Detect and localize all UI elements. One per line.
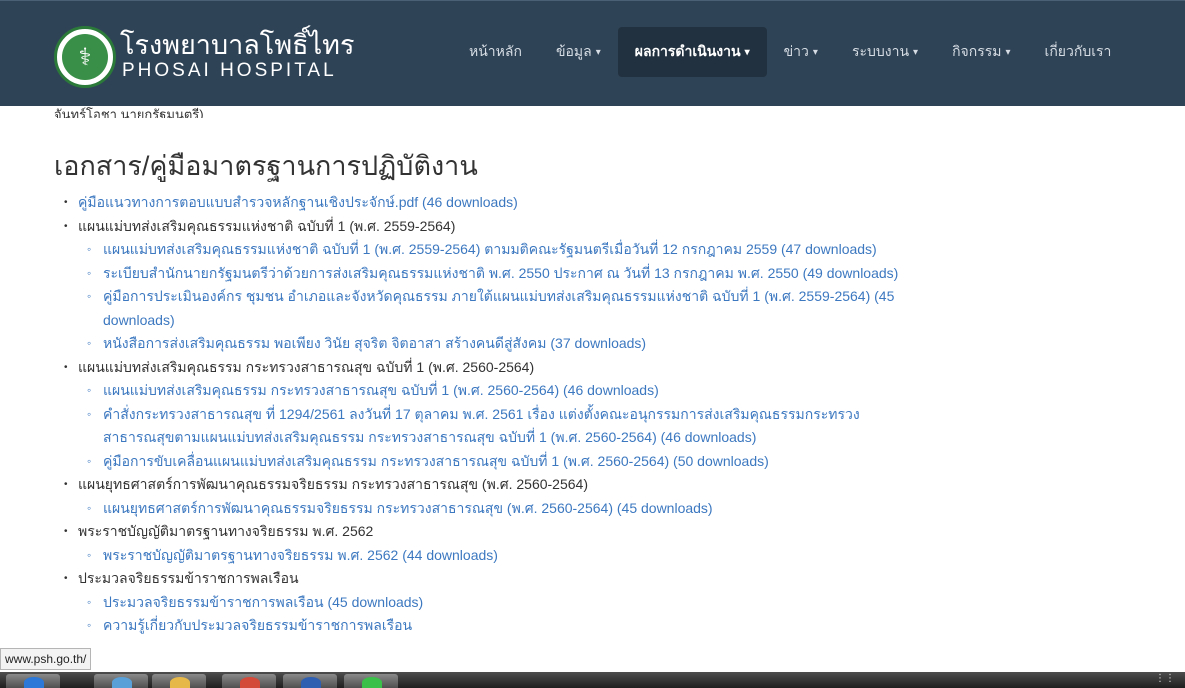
sub-list: พระราชบัญญัติมาตรฐานทางจริยธรรม พ.ศ. 256… bbox=[78, 544, 1174, 568]
download-link[interactable]: คำสั่งกระทรวงสาธารณสุข ที่ 1294/2561 ลงว… bbox=[103, 406, 860, 446]
line-icon bbox=[362, 677, 382, 688]
sub-list-item: แผนแม่บทส่งเสริมคุณธรรมแห่งชาติ ฉบับที่ … bbox=[87, 238, 923, 262]
sub-list-item: หนังสือการส่งเสริมคุณธรรม พอเพียง วินัย … bbox=[87, 332, 923, 356]
category-label: แผนยุทธศาสตร์การพัฒนาคุณธรรมจริยธรรม กระ… bbox=[78, 476, 588, 492]
list-item: พระราชบัญญัติมาตรฐานทางจริยธรรม พ.ศ. 256… bbox=[64, 520, 1174, 568]
sub-list-item: แผนแม่บทส่งเสริมคุณธรรม กระทรวงสาธารณสุข… bbox=[87, 379, 923, 403]
windows-taskbar: ⋮⋮ bbox=[0, 672, 1185, 688]
section-heading: เอกสาร/คู่มือมาตรฐานการปฏิบัติงาน bbox=[54, 151, 478, 181]
menu-item-label: กิจกรรม bbox=[952, 43, 1002, 59]
taskbar-button-ie[interactable] bbox=[6, 674, 60, 688]
download-link[interactable]: หนังสือการส่งเสริมคุณธรรม พอเพียง วินัย … bbox=[103, 335, 646, 351]
download-link[interactable]: ระเบียบสำนักนายกรัฐมนตรีว่าด้วยการส่งเสร… bbox=[103, 265, 898, 281]
chevron-down-icon: ▾ bbox=[595, 46, 601, 58]
brand-name-thai[interactable]: โรงพยาบาลโพธิ์ไทร bbox=[120, 29, 354, 61]
previous-text-fragment: จันทร์โอชา นายกรัฐมนตรี) bbox=[54, 107, 204, 118]
main-content: จันทร์โอชา นายกรัฐมนตรี) เอกสาร/คู่มือมา… bbox=[54, 106, 1174, 638]
menu-item-2[interactable]: ผลการดำเนินงาน ▾ bbox=[617, 27, 767, 77]
menu-item-1[interactable]: ข้อมูล ▾ bbox=[539, 27, 618, 77]
sub-list-item: พระราชบัญญัติมาตรฐานทางจริยธรรม พ.ศ. 256… bbox=[87, 544, 923, 568]
category-label: ประมวลจริยธรรมข้าราชการพลเรือน bbox=[78, 570, 299, 586]
menu-item-label: ข่าว bbox=[783, 43, 809, 59]
menu-item-label: ระบบงาน bbox=[851, 43, 910, 59]
top-navbar: ⚕ โรงพยาบาลโพธิ์ไทร PHOSAI HOSPITAL หน้า… bbox=[0, 0, 1185, 106]
chrome-icon bbox=[240, 677, 260, 688]
menu-item-6[interactable]: เกี่ยวกับเรา bbox=[1028, 27, 1129, 77]
menu-item-label: หน้าหลัก bbox=[469, 43, 522, 59]
sub-list: แผนแม่บทส่งเสริมคุณธรรมแห่งชาติ ฉบับที่ … bbox=[78, 238, 1174, 356]
category-label: พระราชบัญญัติมาตรฐานทางจริยธรรม พ.ศ. 256… bbox=[78, 523, 374, 539]
chevron-down-icon: ▾ bbox=[812, 46, 818, 58]
app-icon bbox=[112, 677, 132, 688]
brand-name-english[interactable]: PHOSAI HOSPITAL bbox=[122, 60, 337, 82]
taskbar-button-folder[interactable] bbox=[152, 674, 206, 688]
sub-list-item: คู่มือการประเมินองค์กร ชุมชน อำเภอและจัง… bbox=[87, 285, 923, 332]
download-link[interactable]: แผนยุทธศาสตร์การพัฒนาคุณธรรมจริยธรรม กระ… bbox=[103, 500, 713, 516]
download-link[interactable]: คู่มือการขับเคลื่อนแผนแม่บทส่งเสริมคุณธร… bbox=[103, 453, 769, 469]
sub-list-item: แผนยุทธศาสตร์การพัฒนาคุณธรรมจริยธรรม กระ… bbox=[87, 497, 923, 521]
download-link[interactable]: แผนแม่บทส่งเสริมคุณธรรม กระทรวงสาธารณสุข… bbox=[103, 382, 659, 398]
status-bar-url: www.psh.go.th/ bbox=[0, 648, 92, 670]
list-item: คู่มือแนวทางการตอบแบบสำรวจหลักฐานเชิงประ… bbox=[64, 191, 1174, 215]
list-item: แผนแม่บทส่งเสริมคุณธรรมแห่งชาติ ฉบับที่ … bbox=[64, 215, 1174, 356]
list-item: แผนยุทธศาสตร์การพัฒนาคุณธรรมจริยธรรม กระ… bbox=[64, 473, 1174, 521]
menu-item-3[interactable]: ข่าว ▾ bbox=[767, 27, 835, 77]
menu-item-5[interactable]: กิจกรรม ▾ bbox=[935, 27, 1027, 77]
sub-list-item: ความรู้เกี่ยวกับประมวลจริยธรรมข้าราชการพ… bbox=[87, 614, 923, 638]
sub-list-item: คู่มือการขับเคลื่อนแผนแม่บทส่งเสริมคุณธร… bbox=[87, 450, 923, 474]
hospital-logo[interactable]: ⚕ bbox=[54, 26, 116, 88]
download-link[interactable]: ประมวลจริยธรรมข้าราชการพลเรือน (45 downl… bbox=[103, 594, 423, 610]
taskbar-button-line[interactable] bbox=[344, 674, 398, 688]
menu-item-4[interactable]: ระบบงาน ▾ bbox=[835, 27, 935, 77]
download-link[interactable]: ความรู้เกี่ยวกับประมวลจริยธรรมข้าราชการพ… bbox=[103, 617, 412, 633]
list-item: แผนแม่บทส่งเสริมคุณธรรม กระทรวงสาธารณสุข… bbox=[64, 356, 1174, 474]
chevron-down-icon: ▾ bbox=[913, 46, 919, 58]
download-link[interactable]: คู่มือการประเมินองค์กร ชุมชน อำเภอและจัง… bbox=[103, 288, 894, 328]
category-label: แผนแม่บทส่งเสริมคุณธรรมแห่งชาติ ฉบับที่ … bbox=[78, 217, 456, 234]
sub-list-item: ประมวลจริยธรรมข้าราชการพลเรือน (45 downl… bbox=[87, 591, 923, 615]
menu-item-0[interactable]: หน้าหลัก bbox=[452, 27, 539, 77]
menu-item-label: เกี่ยวกับเรา bbox=[1044, 43, 1112, 59]
category-label: แผนแม่บทส่งเสริมคุณธรรม กระทรวงสาธารณสุข… bbox=[78, 358, 535, 375]
download-link[interactable]: คู่มือแนวทางการตอบแบบสำรวจหลักฐานเชิงประ… bbox=[78, 194, 518, 210]
caduceus-icon: ⚕ bbox=[62, 34, 108, 80]
sub-list-item: ระเบียบสำนักนายกรัฐมนตรีว่าด้วยการส่งเสร… bbox=[87, 262, 923, 286]
document-list: คู่มือแนวทางการตอบแบบสำรวจหลักฐานเชิงประ… bbox=[54, 191, 1174, 638]
download-link[interactable]: พระราชบัญญัติมาตรฐานทางจริยธรรม พ.ศ. 256… bbox=[103, 547, 498, 563]
taskbar-button-chrome[interactable] bbox=[222, 674, 276, 688]
list-item: ประมวลจริยธรรมข้าราชการพลเรือนประมวลจริย… bbox=[64, 567, 1174, 638]
word-icon bbox=[301, 677, 321, 688]
taskbar-button-app[interactable] bbox=[94, 674, 148, 688]
sub-list-item: คำสั่งกระทรวงสาธารณสุข ที่ 1294/2561 ลงว… bbox=[87, 403, 923, 450]
ie-icon bbox=[24, 677, 44, 688]
folder-icon bbox=[170, 677, 190, 688]
menu-item-label: ข้อมูล bbox=[555, 43, 592, 59]
chevron-down-icon: ▾ bbox=[744, 46, 750, 58]
download-link[interactable]: แผนแม่บทส่งเสริมคุณธรรมแห่งชาติ ฉบับที่ … bbox=[103, 241, 877, 257]
sub-list: แผนแม่บทส่งเสริมคุณธรรม กระทรวงสาธารณสุข… bbox=[78, 379, 1174, 473]
main-menu: หน้าหลัก ข้อมูล ▾ ผลการดำเนินงาน ▾ ข่าว ▾ ระบบง… bbox=[452, 27, 1128, 77]
chevron-down-icon: ▾ bbox=[1005, 46, 1011, 58]
taskbar-button-word[interactable] bbox=[283, 674, 337, 688]
sub-list: ประมวลจริยธรรมข้าราชการพลเรือน (45 downl… bbox=[78, 591, 1174, 638]
menu-item-label: ผลการดำเนินงาน bbox=[634, 43, 741, 59]
system-tray[interactable]: ⋮⋮ bbox=[1155, 673, 1175, 684]
sub-list: แผนยุทธศาสตร์การพัฒนาคุณธรรมจริยธรรม กระ… bbox=[78, 497, 1174, 521]
